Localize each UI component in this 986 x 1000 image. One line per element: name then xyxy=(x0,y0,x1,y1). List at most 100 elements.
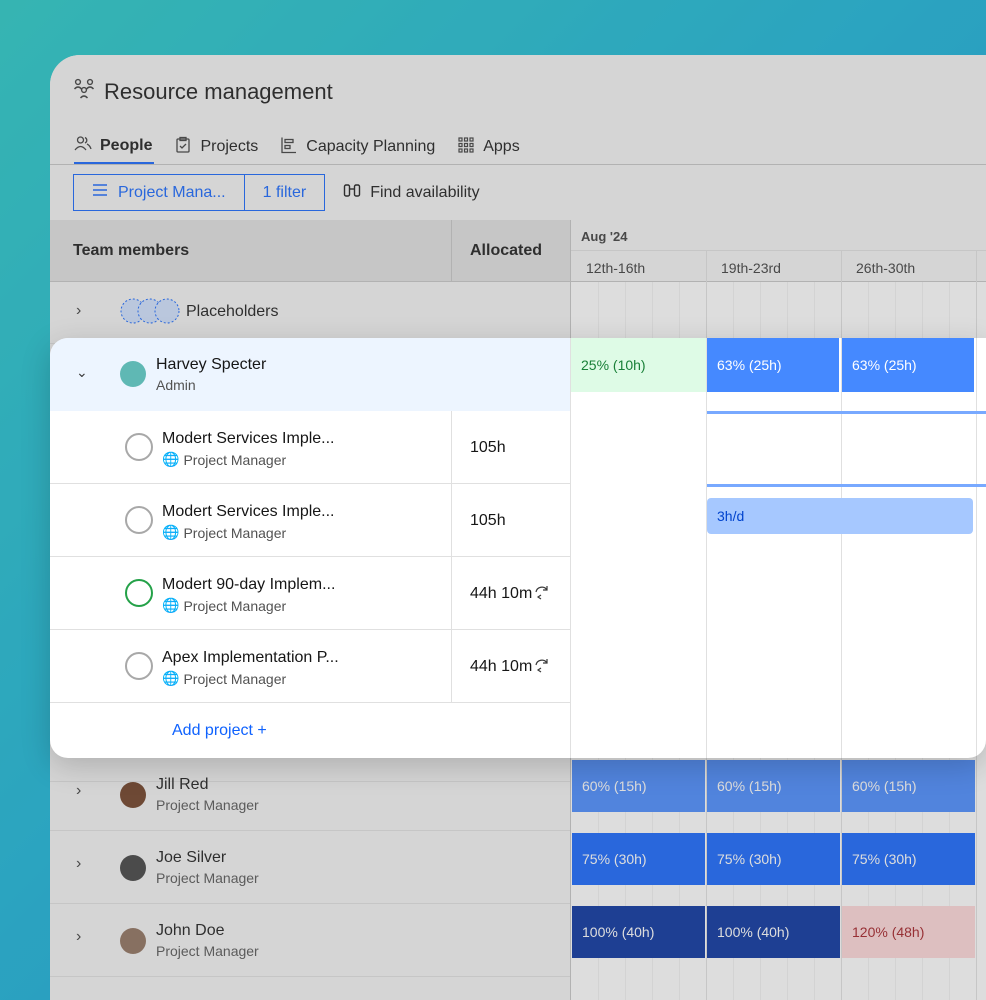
allocated-value: 44h 10m xyxy=(470,658,533,675)
project-timeline-line xyxy=(707,484,986,487)
globe-icon: 🌐 xyxy=(162,670,180,686)
allocated-header[interactable]: Allocated xyxy=(470,242,542,260)
filter-button[interactable]: 1 filter xyxy=(243,175,325,210)
allocation-bar[interactable]: 63% (25h) xyxy=(842,338,974,392)
progress-circle-icon xyxy=(125,506,153,534)
allocation-bar[interactable]: 60% (15h) xyxy=(842,760,975,812)
team-icon xyxy=(72,77,96,107)
week-label: 19th-23rd xyxy=(721,260,781,276)
chevron-right-icon[interactable]: › xyxy=(76,302,81,320)
filter-label: 1 filter xyxy=(262,183,307,201)
person-role: Project Manager xyxy=(156,943,259,959)
project-role: 🌐 Project Manager xyxy=(162,597,286,614)
chevron-right-icon[interactable]: › xyxy=(76,928,81,946)
allocation-bar[interactable]: 75% (30h) xyxy=(842,833,975,885)
allocation-bar[interactable]: 100% (40h) xyxy=(707,906,840,958)
globe-icon: 🌐 xyxy=(162,524,180,540)
project-role-text: Project Manager xyxy=(183,670,287,687)
tab-capacity-label: Capacity Planning xyxy=(306,138,436,155)
person-name: Harvey Specter xyxy=(156,356,267,373)
expanded-person-card: ⌄ Harvey Specter Admin Modert Services I… xyxy=(50,338,986,758)
project-title: Modert Services Imple... xyxy=(162,430,335,447)
project-row[interactable]: Apex Implementation P... 🌐 Project Manage… xyxy=(50,630,570,703)
recurring-icon[interactable] xyxy=(533,584,551,607)
project-title: Modert Services Imple... xyxy=(162,503,335,520)
apps-grid-icon xyxy=(457,136,475,159)
chart-icon xyxy=(280,136,298,159)
tab-people-label: People xyxy=(100,136,153,154)
tab-projects[interactable]: Projects xyxy=(174,129,260,165)
allocation-bar[interactable]: 60% (15h) xyxy=(572,760,705,812)
week-row: 12th-16th 19th-23rd 26th-30th xyxy=(571,251,986,282)
project-allocation-bar[interactable]: 3h/d xyxy=(707,498,973,534)
view-filter-group: Project Mana... 1 filter xyxy=(73,174,326,211)
allocation-bar[interactable]: 100% (40h) xyxy=(572,906,705,958)
person-name: Joe Silver xyxy=(156,849,227,866)
allocated-value: 105h xyxy=(470,512,506,529)
tab-apps[interactable]: Apps xyxy=(457,129,521,165)
find-availability-label: Find availability xyxy=(370,183,480,201)
project-title: Apex Implementation P... xyxy=(162,649,339,666)
avatar xyxy=(120,361,146,387)
allocated-value: 44h 10m xyxy=(470,585,533,602)
view-select-button[interactable]: Project Mana... xyxy=(74,175,244,210)
expanded-calendar: 25% (10h) 63% (25h) 63% (25h) 3h/d xyxy=(570,338,986,758)
placeholder-avatars-icon xyxy=(120,298,180,329)
progress-circle-icon xyxy=(125,652,153,680)
chevron-down-icon[interactable]: ⌄ xyxy=(76,364,88,381)
week-label: 26th-30th xyxy=(856,260,916,276)
avatar xyxy=(120,928,146,954)
allocation-bar[interactable]: 75% (30h) xyxy=(572,833,705,885)
allocation-bar[interactable]: 63% (25h) xyxy=(707,338,839,392)
add-project-button[interactable]: Add project + xyxy=(172,722,267,740)
placeholders-row[interactable]: › Placeholders xyxy=(50,282,570,344)
person-row-joe-silver[interactable]: › Joe Silver Project Manager xyxy=(50,831,570,904)
month-row: Aug '24 xyxy=(571,220,986,251)
week-divider xyxy=(841,338,842,758)
project-title: Modert 90-day Implem... xyxy=(162,576,336,593)
week-divider xyxy=(976,338,977,758)
app-title-text: Resource management xyxy=(104,79,333,104)
plus-icon: + xyxy=(257,722,267,739)
person-row-john-doe[interactable]: › John Doe Project Manager xyxy=(50,904,570,977)
progress-circle-icon xyxy=(125,579,153,607)
view-select-label: Project Mana... xyxy=(118,183,226,201)
project-row[interactable]: Modert Services Imple... 🌐 Project Manage… xyxy=(50,484,570,557)
allocation-bar[interactable]: 75% (30h) xyxy=(707,833,840,885)
find-availability-button[interactable]: Find availability xyxy=(343,182,480,203)
people-icon xyxy=(74,134,92,157)
globe-icon: 🌐 xyxy=(162,597,180,613)
add-project-label: Add project xyxy=(172,722,253,739)
tab-projects-label: Projects xyxy=(200,138,259,155)
person-row-harvey-specter[interactable]: ⌄ Harvey Specter Admin xyxy=(50,338,570,411)
recurring-icon[interactable] xyxy=(533,657,551,680)
tab-people[interactable]: People xyxy=(74,129,155,165)
list-icon xyxy=(92,183,108,202)
week-divider xyxy=(706,338,707,758)
project-role-text: Project Manager xyxy=(183,524,287,541)
tab-apps-label: Apps xyxy=(483,138,520,155)
person-role: Project Manager xyxy=(156,797,259,813)
allocation-bar[interactable]: 120% (48h) xyxy=(842,906,975,958)
week-label: 12th-16th xyxy=(586,260,646,276)
project-role: 🌐 Project Manager xyxy=(162,524,286,541)
avatar xyxy=(120,855,146,881)
allocation-bar[interactable]: 25% (10h) xyxy=(571,338,706,392)
globe-icon: 🌐 xyxy=(162,451,180,467)
progress-circle-icon xyxy=(125,433,153,461)
person-name: John Doe xyxy=(156,922,225,939)
project-role-text: Project Manager xyxy=(183,597,287,614)
team-members-header[interactable]: Team members xyxy=(73,242,189,260)
chevron-right-icon[interactable]: › xyxy=(76,782,81,800)
project-role-text: Project Manager xyxy=(183,451,287,468)
project-row[interactable]: Modert 90-day Implem... 🌐 Project Manager… xyxy=(50,557,570,630)
binoculars-icon xyxy=(343,182,361,203)
project-role: 🌐 Project Manager xyxy=(162,451,286,468)
chevron-right-icon[interactable]: › xyxy=(76,855,81,873)
person-row-jill-red[interactable]: › Jill Red Project Manager xyxy=(50,758,570,831)
avatar xyxy=(120,782,146,808)
tab-capacity-planning[interactable]: Capacity Planning xyxy=(280,129,437,165)
project-row[interactable]: Modert Services Imple... 🌐 Project Manage… xyxy=(50,411,570,484)
team-column-header: Team members Allocated xyxy=(50,220,570,282)
allocation-bar[interactable]: 60% (15h) xyxy=(707,760,840,812)
